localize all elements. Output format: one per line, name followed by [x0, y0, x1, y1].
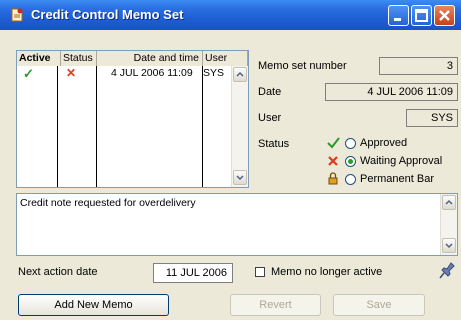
- add-new-memo-button[interactable]: Add New Memo: [18, 294, 169, 316]
- next-action-date-label: Next action date: [18, 266, 98, 278]
- memo-scrollbar[interactable]: [440, 194, 457, 255]
- memo-no-longer-active-label[interactable]: Memo no longer active: [271, 266, 382, 278]
- lock-icon: [328, 172, 338, 185]
- close-button[interactable]: [434, 5, 455, 26]
- active-check-icon: ✓: [23, 66, 34, 81]
- chevron-down-icon: [445, 243, 453, 249]
- column-divider: [57, 66, 58, 187]
- user-label: User: [258, 112, 282, 124]
- col-header-active[interactable]: Active: [17, 51, 61, 66]
- memo-textarea[interactable]: Credit note requested for overdelivery: [16, 193, 458, 256]
- chevron-up-icon: [445, 199, 453, 205]
- next-action-date-input[interactable]: 11 JUL 2006: [153, 263, 233, 283]
- chevron-down-icon: [236, 175, 244, 181]
- memo-no-longer-active-checkbox[interactable]: [255, 267, 265, 277]
- app-memo-icon: [11, 8, 23, 22]
- scroll-down-button[interactable]: [233, 170, 247, 185]
- maximize-icon: [415, 9, 428, 22]
- radio-approved-label[interactable]: Approved: [360, 137, 407, 149]
- x-icon: [328, 156, 338, 166]
- close-icon: [439, 10, 450, 21]
- chevron-up-icon: [236, 71, 244, 77]
- memo-set-number-label: Memo set number: [258, 60, 347, 72]
- list-scrollbar[interactable]: [231, 66, 248, 187]
- check-icon: [327, 137, 340, 149]
- title-bar[interactable]: Credit Control Memo Set: [0, 0, 461, 30]
- radio-waiting-approval-label[interactable]: Waiting Approval: [360, 155, 442, 167]
- window-title: Credit Control Memo Set: [31, 7, 184, 22]
- scroll-down-button[interactable]: [442, 238, 456, 253]
- col-header-status[interactable]: Status: [61, 51, 97, 66]
- scroll-up-button[interactable]: [442, 195, 456, 210]
- row-user: SYS: [203, 67, 225, 79]
- col-header-datetime[interactable]: Date and time: [97, 51, 203, 66]
- user-field: SYS: [406, 109, 458, 127]
- minimize-icon: [394, 18, 401, 21]
- revert-button[interactable]: Revert: [230, 294, 321, 316]
- radio-approved[interactable]: [345, 138, 356, 149]
- date-label: Date: [258, 86, 282, 98]
- column-divider: [96, 66, 97, 187]
- memo-text: Credit note requested for overdelivery: [20, 197, 196, 209]
- radio-permanent-bar[interactable]: [345, 174, 356, 185]
- memo-set-window: Credit Control Memo Set Active Status Da…: [0, 0, 461, 320]
- memo-set-number-field: 3: [379, 57, 458, 75]
- column-divider: [202, 66, 203, 187]
- minimize-button[interactable]: [388, 5, 409, 26]
- memo-list[interactable]: Active Status Date and time User ✓ ✕ 4 J…: [16, 50, 249, 188]
- radio-waiting-approval[interactable]: [345, 156, 356, 167]
- radio-permanent-bar-label[interactable]: Permanent Bar: [360, 173, 434, 185]
- scroll-up-button[interactable]: [233, 67, 247, 82]
- date-field: 4 JUL 2006 11:09: [325, 83, 458, 101]
- col-header-user[interactable]: User: [203, 51, 248, 66]
- pin-icon[interactable]: [439, 262, 455, 280]
- status-x-icon: ✕: [66, 66, 77, 80]
- status-label: Status: [258, 138, 290, 150]
- save-button[interactable]: Save: [333, 294, 425, 316]
- row-datetime: 4 JUL 2006 11:09: [111, 67, 193, 79]
- maximize-button[interactable]: [411, 5, 432, 26]
